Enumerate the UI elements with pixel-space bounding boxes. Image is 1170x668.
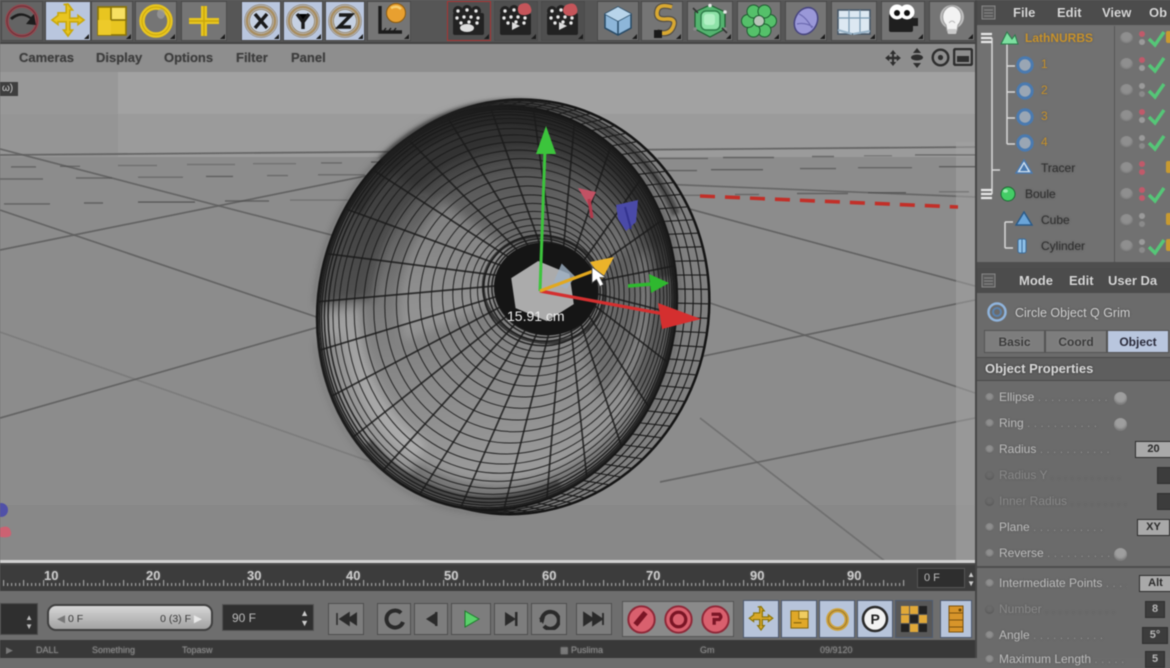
svg-text:P: P — [871, 611, 880, 627]
svg-text:15.91 cm: 15.91 cm — [507, 308, 565, 324]
